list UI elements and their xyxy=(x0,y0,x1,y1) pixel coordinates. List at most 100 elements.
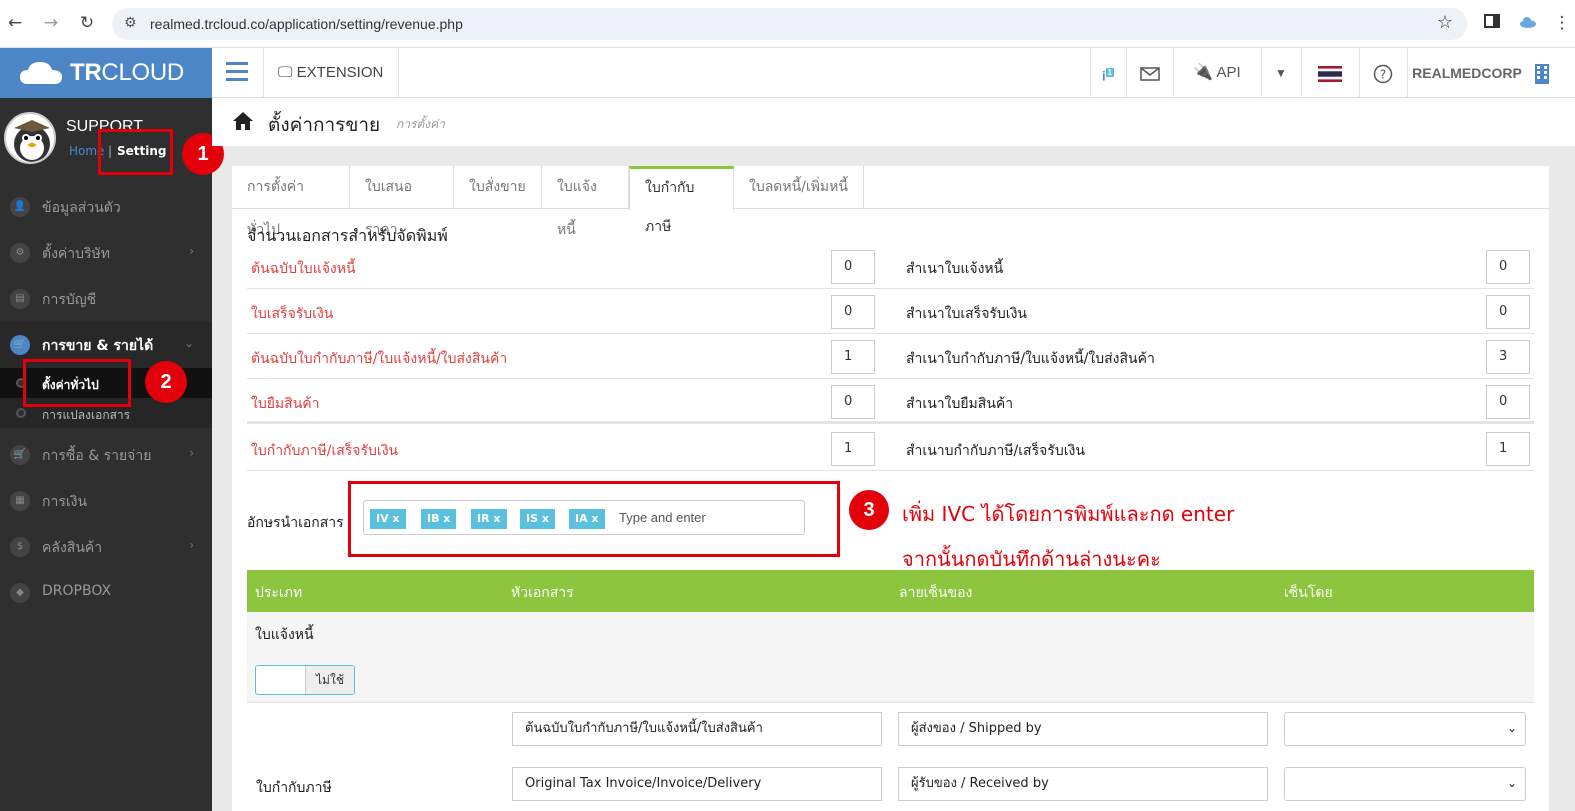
annotation-note-line-2: จากนั้นกดบันทึกด้านล่างนะคะ xyxy=(902,547,1161,571)
api-label: API xyxy=(1216,64,1241,81)
sidebar-item-inventory[interactable]: $ คลังสินค้า › xyxy=(0,524,212,570)
print-row-label: ใบกำกับภาษี/เสร็จรับเงิน xyxy=(251,443,399,459)
menu-toggle-icon[interactable] xyxy=(226,62,248,82)
print-count-input[interactable]: 1 xyxy=(831,432,875,466)
tab-bar: การตั้งค่าทั่วไป ใบเสนอราคา ใบสั่งขาย ใบ… xyxy=(232,166,1549,238)
building-icon[interactable] xyxy=(1530,48,1554,98)
chevron-down-icon: ⌄ xyxy=(1506,721,1517,735)
extension-button[interactable]: 🖵 EXTENSION xyxy=(278,64,383,81)
copy-count-input[interactable]: 0 xyxy=(1486,250,1530,284)
home-icon[interactable] xyxy=(232,111,254,131)
forward-arrow-icon[interactable]: → xyxy=(40,12,62,34)
tab-sales-order[interactable]: ใบสั่งขาย xyxy=(454,166,542,209)
print-count-input[interactable]: 0 xyxy=(831,295,875,329)
section-title: ใบแจ้งหนี้ xyxy=(255,627,314,643)
sidebar-item-finance[interactable]: ▦ การเงิน xyxy=(0,478,212,524)
back-arrow-icon[interactable]: ← xyxy=(4,12,26,34)
copy-count-input[interactable]: 1 xyxy=(1486,432,1530,466)
print-count-input[interactable]: 0 xyxy=(831,250,875,284)
side-panel-icon[interactable] xyxy=(1481,13,1503,35)
extension-label: EXTENSION xyxy=(296,64,384,81)
bullet-icon xyxy=(16,408,26,418)
thai-flag-icon[interactable] xyxy=(1301,48,1359,98)
browser-menu-icon[interactable]: ⋮ xyxy=(1551,12,1573,34)
dropbox-icon: ◆ xyxy=(10,583,30,603)
copy-row-label: สำเนาใบยืมสินค้า xyxy=(906,396,1014,412)
svg-text:?: ? xyxy=(1380,67,1386,81)
sidebar-subitem-label: การแปลงเอกสาร xyxy=(42,408,131,422)
column-header-signature-of: ลายเซ็นของ xyxy=(899,585,973,601)
print-count-input[interactable]: 1 xyxy=(831,340,875,374)
extension-cloud-icon[interactable] xyxy=(1517,13,1539,35)
sidebar-item-label: การบัญชี xyxy=(42,292,97,308)
sidebar: SUPPORT Home | Setting 👤 ข้อมูลส่วนตัว ⚙… xyxy=(0,98,212,811)
tab-credit-debit-note[interactable]: ใบลดหนี้/เพิ่มหนี้ xyxy=(734,166,864,209)
signature-table-header: ประเภท หัวเอกสาร ลายเซ็นของ เซ็นโดย xyxy=(247,570,1534,612)
signer-select[interactable]: ⌄ xyxy=(1284,712,1526,746)
print-row: ใบยืมสินค้า 0 สำเนาใบยืมสินค้า 0 xyxy=(247,379,1534,424)
chevron-right-icon: › xyxy=(189,446,194,460)
page-subtitle: การตั้งค่า xyxy=(396,117,445,131)
reload-icon[interactable]: ↻ xyxy=(76,12,98,34)
print-row-label: ต้นฉบับใบกำกับภาษี/ใบแจ้งหนี้/ใบส่งสินค้… xyxy=(251,351,508,367)
print-row: ใบกำกับภาษี/เสร็จรับเงิน 1 สำเนาบกำกับภา… xyxy=(247,426,1534,471)
avatar[interactable] xyxy=(4,112,56,164)
copy-row-label: สำเนาใบเสร็จรับเงิน xyxy=(906,306,1027,322)
address-bar[interactable]: ⚙ realmed.trcloud.co/application/setting… xyxy=(112,8,1467,40)
site-settings-icon[interactable]: ⚙ xyxy=(124,15,137,31)
monitor-icon: 🖵 xyxy=(278,64,293,81)
document-prefix-label: อักษรนำเอกสาร xyxy=(247,515,344,531)
tab-quotation[interactable]: ใบเสนอราคา xyxy=(350,166,454,238)
print-count-input[interactable]: 0 xyxy=(831,385,875,419)
chevron-down-icon: ⌄ xyxy=(1506,776,1517,790)
gear-icon: ⚙ xyxy=(10,243,30,263)
sidebar-item-label: คลังสินค้า xyxy=(42,540,103,556)
invoice-signature-section: ใบแจ้งหนี้ ไม่ใช้ xyxy=(247,612,1534,703)
company-name[interactable]: REALMEDCORP xyxy=(1407,48,1527,98)
sidebar-item-label: ข้อมูลส่วนตัว xyxy=(42,200,121,216)
print-row-label: ต้นฉบับใบแจ้งหนี้ xyxy=(251,261,356,277)
toggle-off-label[interactable]: ไม่ใช้ xyxy=(305,666,354,694)
use-signature-toggle[interactable]: ไม่ใช้ xyxy=(255,665,355,695)
mail-icon[interactable] xyxy=(1126,48,1173,98)
help-icon[interactable]: ? xyxy=(1359,48,1407,98)
sidebar-item-accounting[interactable]: ▤ การบัญชี xyxy=(0,276,212,322)
bookmark-star-icon[interactable]: ☆ xyxy=(1437,12,1453,33)
sidebar-item-label: การขาย & รายได้ xyxy=(42,338,154,354)
caret-down-icon[interactable]: ▼ xyxy=(1261,48,1301,98)
document-header-input[interactable]: ต้นฉบับใบกำกับภาษี/ใบแจ้งหนี้/ใบส่งสินค้… xyxy=(512,712,882,746)
copy-count-input[interactable]: 3 xyxy=(1486,340,1530,374)
print-row-label: ใบเสร็จรับเงิน xyxy=(251,306,334,322)
chevron-right-icon: › xyxy=(189,538,194,552)
signature-label-input[interactable]: ผู้ส่งของ / Shipped by xyxy=(898,712,1268,746)
annotation-marker-2: 2 xyxy=(145,361,187,403)
copy-count-input[interactable]: 0 xyxy=(1486,295,1530,329)
tab-invoice[interactable]: ใบแจ้งหนี้ xyxy=(542,166,629,238)
sidebar-item-dropbox[interactable]: ◆ DROPBOX xyxy=(0,570,212,616)
tab-general[interactable]: การตั้งค่าทั่วไป xyxy=(232,166,350,238)
sidebar-item-label: DROPBOX xyxy=(42,583,112,599)
trcloud-logo[interactable]: TRCLOUD xyxy=(0,48,212,98)
column-header-signed-by: เซ็นโดย xyxy=(1284,585,1333,601)
print-row: ต้นฉบับใบแจ้งหนี้ 0 สำเนาใบแจ้งหนี้ 0 xyxy=(247,244,1534,289)
plug-icon: 🔌 xyxy=(1193,64,1214,81)
annotation-highlight-box-2 xyxy=(23,359,131,407)
signer-select[interactable]: ⌄ xyxy=(1284,767,1526,801)
sidebar-item-profile[interactable]: 👤 ข้อมูลส่วนตัว xyxy=(0,184,212,230)
signature-label-input[interactable]: ผู้รับของ / Received by xyxy=(898,767,1268,801)
copy-count-input[interactable]: 0 xyxy=(1486,385,1530,419)
api-button[interactable]: 🔌 API xyxy=(1173,48,1261,98)
sidebar-item-purchases[interactable]: 🛒 การซื้อ & รายจ่าย › xyxy=(0,432,212,478)
cart-icon: 🛒 xyxy=(10,445,30,465)
cart-icon: 🛒 xyxy=(10,335,30,355)
column-header-document-header: หัวเอกสาร xyxy=(511,585,574,601)
copy-row-label: สำเนาใบแจ้งหนี้ xyxy=(906,261,1004,277)
logo-text: TRCLOUD xyxy=(70,59,184,86)
print-row: ต้นฉบับใบกำกับภาษี/ใบแจ้งหนี้/ใบส่งสินค้… xyxy=(247,334,1534,379)
page-header: ตั้งค่าการขาย การตั้งค่า xyxy=(212,98,1575,146)
sidebar-item-company-settings[interactable]: ⚙ ตั้งค่าบริษัท › xyxy=(0,230,212,276)
copy-row-label: สำเนาบกำกับภาษี/เสร็จรับเงิน xyxy=(906,443,1085,459)
tab-tax-invoice[interactable]: ใบกำกับภาษี xyxy=(629,166,734,235)
info-notification-icon[interactable]: i1 xyxy=(1090,48,1126,98)
document-header-input[interactable]: Original Tax Invoice/Invoice/Delivery xyxy=(512,767,882,801)
